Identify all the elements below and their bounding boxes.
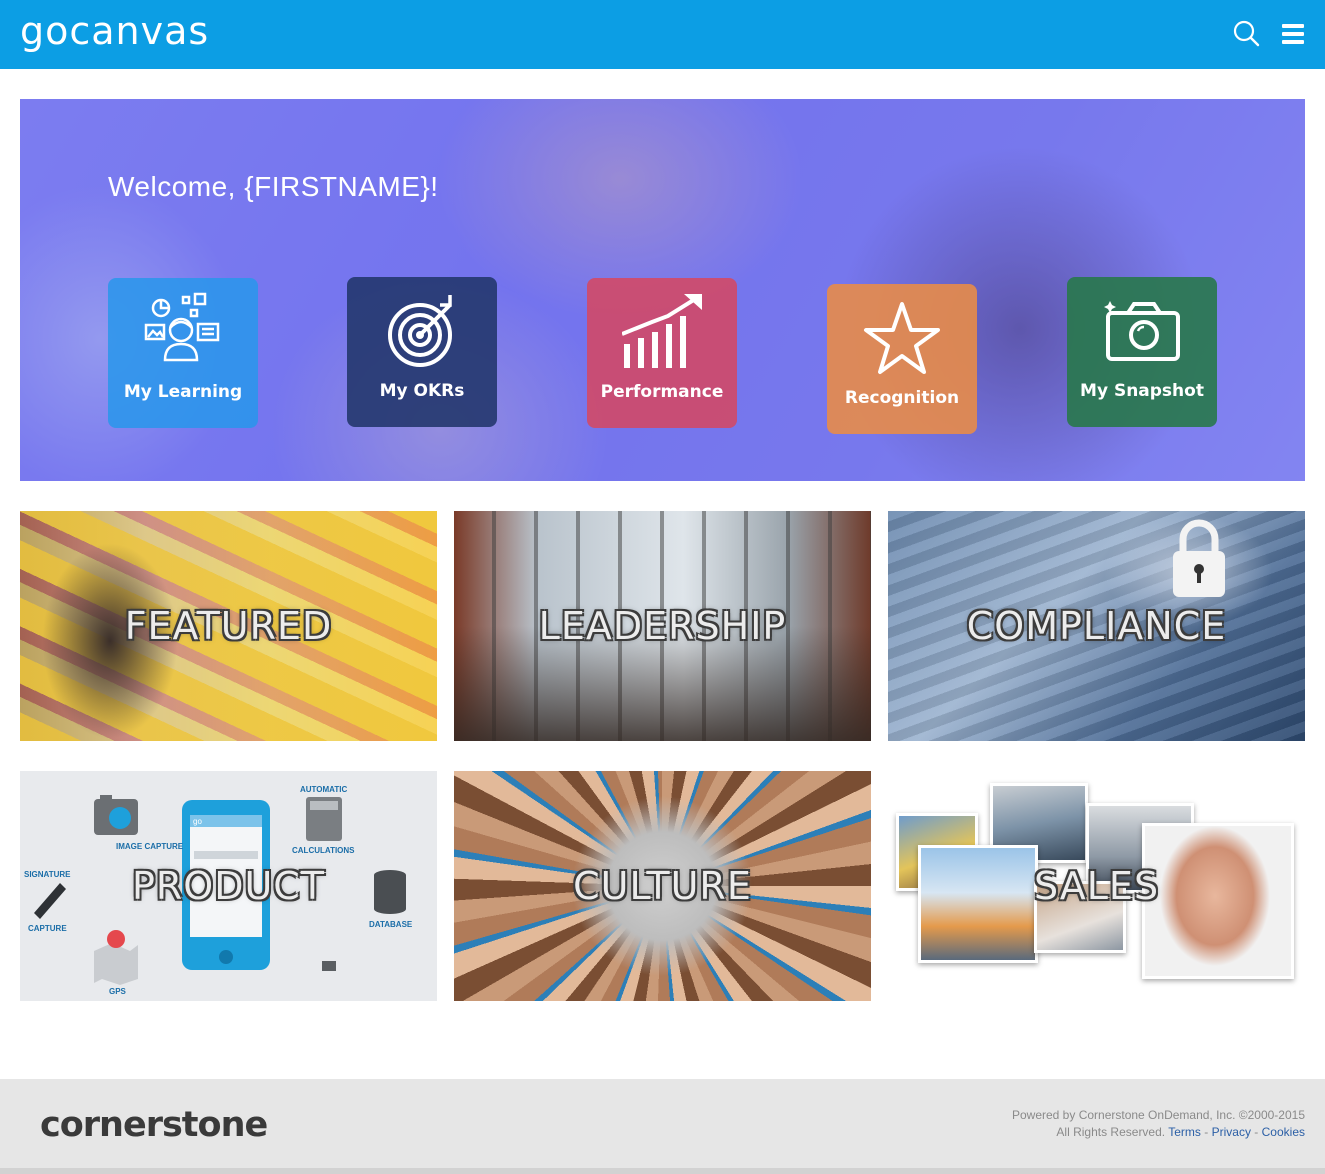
top-header-bar: gocanvas	[0, 0, 1325, 69]
category-title: CULTURE	[573, 864, 752, 908]
growth-chart-icon	[622, 294, 702, 368]
tile-recognition[interactable]: Recognition	[827, 284, 977, 434]
footer-separator: -	[1254, 1125, 1259, 1139]
category-card-featured[interactable]: FEATURED	[20, 511, 437, 741]
category-title: COMPLIANCE	[966, 604, 1227, 648]
star-icon	[864, 302, 940, 374]
cookies-link[interactable]: Cookies	[1262, 1125, 1305, 1139]
tile-label: My Snapshot	[1080, 381, 1204, 401]
category-card-compliance[interactable]: COMPLIANCE	[888, 511, 1305, 741]
hero-banner: Welcome, {FIRSTNAME}! My Learning My OKR…	[20, 99, 1305, 481]
privacy-link[interactable]: Privacy	[1212, 1125, 1251, 1139]
learning-icon	[144, 292, 220, 362]
category-card-leadership[interactable]: LEADERSHIP	[454, 511, 871, 741]
terms-link[interactable]: Terms	[1168, 1125, 1201, 1139]
tile-label: Performance	[600, 382, 724, 402]
category-title: SALES	[1033, 864, 1160, 908]
hamburger-menu-icon[interactable]	[1279, 19, 1309, 49]
target-icon	[388, 295, 452, 367]
footer-rights: All Rights Reserved.	[1056, 1125, 1166, 1139]
tile-my-snapshot[interactable]: My Snapshot	[1067, 277, 1217, 427]
tile-my-okrs[interactable]: My OKRs	[347, 277, 497, 427]
gocanvas-logo[interactable]: gocanvas	[20, 6, 230, 58]
category-title: LEADERSHIP	[538, 604, 787, 648]
cornerstone-logo: cornerstone	[40, 1105, 268, 1145]
search-icon[interactable]	[1232, 19, 1262, 49]
camera-icon	[1104, 301, 1180, 361]
welcome-heading: Welcome, {FIRSTNAME}!	[108, 171, 439, 202]
category-title: PRODUCT	[131, 864, 326, 908]
tile-my-learning[interactable]: My Learning	[108, 278, 258, 428]
tile-label: Recognition	[844, 388, 960, 408]
tile-label: My Learning	[123, 382, 243, 402]
category-card-culture[interactable]: CULTURE	[454, 771, 871, 1001]
footer-powered-by: Powered by Cornerstone OnDemand, Inc. ©2…	[1011, 1108, 1305, 1122]
category-card-product[interactable]: IMAGE CAPTURE AUTOMATIC CALCULATIONS SIG…	[20, 771, 437, 1001]
footer-separator: -	[1204, 1125, 1209, 1139]
tile-label: My OKRs	[379, 381, 465, 401]
page-footer: cornerstone Powered by Cornerstone OnDem…	[0, 1079, 1325, 1174]
category-card-sales[interactable]: SALES	[888, 771, 1305, 1001]
footer-legal: Powered by Cornerstone OnDemand, Inc. ©2…	[1012, 1107, 1305, 1141]
tile-performance[interactable]: Performance	[587, 278, 737, 428]
category-title: FEATURED	[124, 604, 333, 648]
